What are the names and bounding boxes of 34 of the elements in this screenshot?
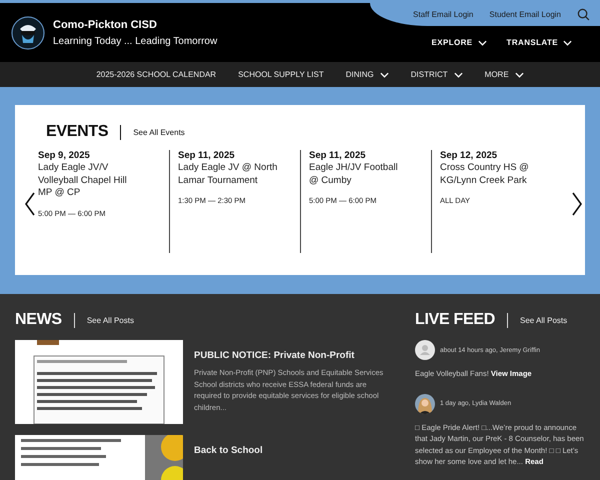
event-title[interactable]: Eagle JH/JV Football @ Cumby (309, 162, 409, 187)
event-date: Sep 11, 2025 (309, 150, 367, 161)
nav-item[interactable]: MORE (484, 70, 524, 79)
search-icon[interactable] (577, 8, 590, 21)
event-date: Sep 9, 2025 (38, 150, 91, 161)
eagle-logo-icon (11, 16, 45, 50)
event-title[interactable]: Cross Country HS @ KG/Lynn Creek Park (440, 162, 540, 187)
menu-button[interactable]: EXPLORE (432, 38, 487, 47)
chevron-down-icon (380, 72, 389, 78)
section-heading: EVENTS (46, 123, 108, 141)
chevron-down-icon (454, 72, 463, 78)
see-all-link[interactable]: See All Events (133, 128, 185, 136)
nav-item[interactable]: 2025-2026 SCHOOL CALENDAR (96, 70, 216, 79)
utility-link[interactable]: Student Email Login (489, 10, 561, 19)
event-title[interactable]: Lady Eagle JV/V Volleyball Chapel Hill MP @ CP (38, 162, 138, 200)
tagline: Learning Today ... Leading Tomorrow (53, 36, 218, 46)
nav-item[interactable]: DISTRICT (410, 70, 463, 79)
event-date: Sep 12, 2025 (440, 150, 498, 161)
nav-item[interactable]: SCHOOL SUPPLY LIST (238, 70, 324, 79)
section-heading: NEWS (15, 311, 62, 329)
post-title[interactable]: Back to School (194, 445, 263, 456)
event-title[interactable]: Lady Eagle JV @ North Lamar Tournament (178, 162, 278, 187)
post-title[interactable]: PUBLIC NOTICE: Private Non-Profit (194, 350, 385, 361)
section-heading: LIVE FEED (415, 311, 495, 329)
see-all-link[interactable]: See All Posts (86, 316, 134, 324)
chevron-down-icon (514, 72, 524, 78)
chevron-down-icon (563, 40, 572, 46)
see-all-link[interactable]: See All Posts (520, 316, 568, 324)
event-date: Sep 11, 2025 (178, 150, 236, 161)
chevron-down-icon (478, 40, 487, 46)
nav-item[interactable]: DINING (346, 70, 389, 79)
site-name[interactable]: Como-Pickton CISD (53, 18, 218, 30)
menu-button[interactable]: TRANSLATE (506, 38, 572, 47)
utility-link[interactable]: Staff Email Login (413, 10, 474, 19)
